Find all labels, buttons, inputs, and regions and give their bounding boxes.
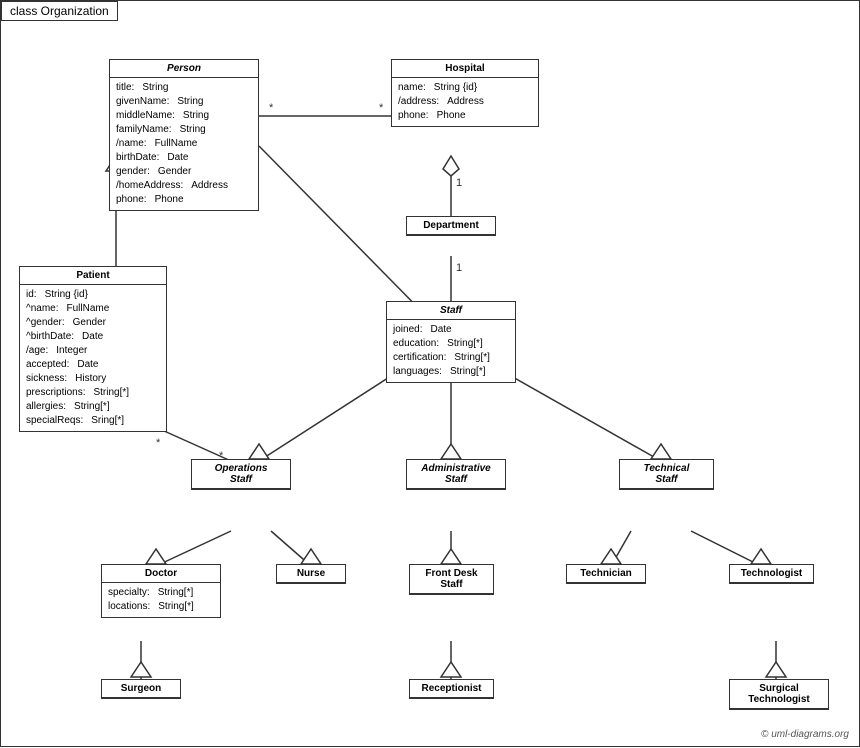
class-staff: Staff joined:Date education:String[*] ce…	[386, 301, 516, 383]
svg-text:1: 1	[456, 262, 462, 274]
class-operations-staff: OperationsStaff	[191, 459, 291, 490]
copyright: © uml-diagrams.org	[761, 729, 849, 740]
technical-staff-title: TechnicalStaff	[620, 460, 713, 489]
class-front-desk-staff: Front DeskStaff	[409, 564, 494, 595]
doctor-title: Doctor	[102, 565, 220, 583]
department-title: Department	[407, 217, 495, 235]
class-technician: Technician	[566, 564, 646, 584]
staff-body: joined:Date education:String[*] certific…	[387, 320, 515, 382]
operations-staff-title: OperationsStaff	[192, 460, 290, 489]
class-surgeon: Surgeon	[101, 679, 181, 699]
person-title: Person	[110, 60, 258, 78]
class-technical-staff: TechnicalStaff	[619, 459, 714, 490]
diagram-container: class Organization * * 1 * 1 * * *	[0, 0, 860, 747]
front-desk-staff-title: Front DeskStaff	[410, 565, 493, 594]
doctor-body: specialty:String[*] locations:String[*]	[102, 583, 220, 617]
technician-title: Technician	[567, 565, 645, 583]
class-nurse: Nurse	[276, 564, 346, 584]
class-hospital: Hospital name:String {id} /address:Addre…	[391, 59, 539, 127]
hospital-body: name:String {id} /address:Address phone:…	[392, 78, 538, 126]
surgical-technologist-title: SurgicalTechnologist	[730, 680, 828, 709]
class-patient: Patient id:String {id} ^name:FullName ^g…	[19, 266, 167, 432]
class-doctor: Doctor specialty:String[*] locations:Str…	[101, 564, 221, 618]
class-department: Department	[406, 216, 496, 236]
patient-body: id:String {id} ^name:FullName ^gender:Ge…	[20, 285, 166, 431]
diagram-title: class Organization	[1, 1, 118, 21]
patient-title: Patient	[20, 267, 166, 285]
nurse-title: Nurse	[277, 565, 345, 583]
svg-text:*: *	[379, 102, 384, 114]
svg-text:1: 1	[456, 177, 462, 189]
surgeon-title: Surgeon	[102, 680, 180, 698]
class-technologist: Technologist	[729, 564, 814, 584]
class-surgical-technologist: SurgicalTechnologist	[729, 679, 829, 710]
class-administrative-staff: AdministrativeStaff	[406, 459, 506, 490]
technologist-title: Technologist	[730, 565, 813, 583]
svg-text:*: *	[156, 437, 161, 449]
class-person: Person title:String givenName:String mid…	[109, 59, 259, 211]
staff-title: Staff	[387, 302, 515, 320]
svg-text:*: *	[269, 102, 274, 114]
class-receptionist: Receptionist	[409, 679, 494, 699]
administrative-staff-title: AdministrativeStaff	[407, 460, 505, 489]
receptionist-title: Receptionist	[410, 680, 493, 698]
hospital-title: Hospital	[392, 60, 538, 78]
person-body: title:String givenName:String middleName…	[110, 78, 258, 210]
